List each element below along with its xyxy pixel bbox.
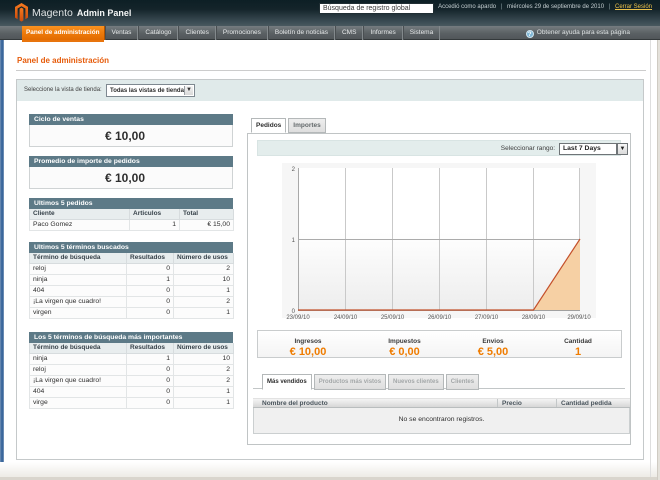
svg-text:26/09/10: 26/09/10	[428, 315, 452, 321]
svg-text:27/09/10: 27/09/10	[475, 315, 499, 321]
svg-text:29/09/10: 29/09/10	[567, 315, 591, 321]
svg-text:24/09/10: 24/09/10	[334, 315, 358, 321]
svg-text:25/09/10: 25/09/10	[381, 315, 405, 321]
svg-text:23/09/10: 23/09/10	[286, 315, 310, 321]
svg-text:28/09/10: 28/09/10	[522, 315, 546, 321]
